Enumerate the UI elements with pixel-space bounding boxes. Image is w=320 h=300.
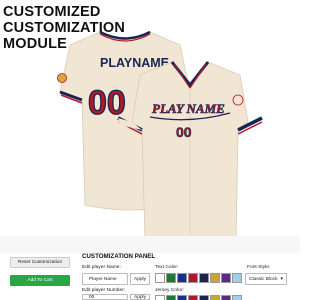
font-style-value: Classic Block [249, 277, 278, 282]
jersey-color-swatch[interactable] [210, 295, 220, 300]
text-color-swatch[interactable] [210, 273, 220, 283]
reset-customization-button[interactable]: Reset Customization [10, 257, 70, 268]
chevron-down-icon: ▾ [280, 276, 283, 282]
jersey-color-label: Jersey Color: [155, 288, 184, 293]
player-number-input[interactable]: 00 [82, 294, 128, 300]
text-color-swatch[interactable] [166, 273, 176, 283]
back-number-text: 00 [88, 84, 126, 122]
title-line-2: CUSTOMIZATION [3, 20, 126, 36]
player-name-input[interactable]: Player Name [82, 273, 128, 285]
font-style-select[interactable]: Classic Block ▾ [245, 273, 287, 285]
front-script-text: PLAY NAME [152, 101, 225, 116]
jersey-color-swatch[interactable] [188, 295, 198, 300]
front-number-text: 00 [176, 124, 192, 140]
text-color-swatch[interactable] [232, 273, 242, 283]
player-number-label: Edit player Number: [82, 288, 126, 293]
jersey-color-swatch[interactable] [166, 295, 176, 300]
text-color-swatch[interactable] [199, 273, 209, 283]
add-to-cart-button[interactable]: Add To Cart [10, 275, 70, 286]
font-style-label: Font Style: [247, 265, 271, 270]
title-line-3: MODULE [3, 36, 68, 52]
panel-title: CUSTOMIZATION PANEL [82, 253, 156, 260]
jersey-color-swatch[interactable] [199, 295, 209, 300]
jersey-color-swatch[interactable] [155, 295, 165, 300]
jersey-color-swatch[interactable] [177, 295, 187, 300]
text-color-swatch[interactable] [221, 273, 231, 283]
jersey-color-swatch[interactable] [221, 295, 231, 300]
text-color-label: Text Color: [155, 265, 179, 270]
page-title: CUSTOMIZED CUSTOMIZATION MODULE [3, 4, 153, 52]
apply-number-button[interactable]: Apply [130, 294, 150, 300]
jersey-color-swatch[interactable] [232, 295, 242, 300]
text-color-swatch[interactable] [155, 273, 165, 283]
text-color-swatch[interactable] [177, 273, 187, 283]
text-color-swatch[interactable] [188, 273, 198, 283]
apply-name-button[interactable]: Apply [130, 273, 150, 285]
title-line-1: CUSTOMIZED [3, 4, 101, 20]
player-name-label: Edit player Name: [82, 265, 121, 270]
